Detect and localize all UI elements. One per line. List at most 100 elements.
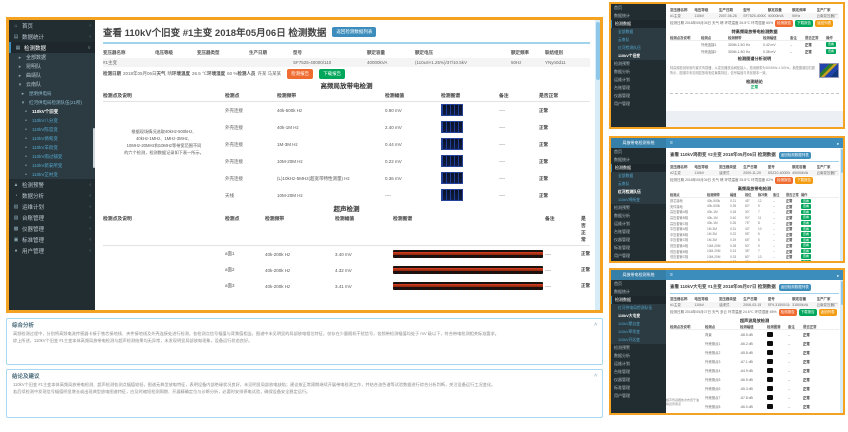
sidebar-item[interactable]: ◔ 数据分析 ‹ (9, 190, 95, 201)
sidebar-item[interactable]: 标准管理 (611, 244, 666, 252)
sidebar-item[interactable]: 数据统计 (611, 12, 666, 20)
sidebar-item[interactable]: ▸ 昆明供电局 (9, 89, 95, 98)
sidebar-item[interactable]: • 110kV新安所变 (9, 161, 95, 170)
sidebar-item[interactable]: ● 用户管理 ‹ (9, 245, 95, 256)
user-icon[interactable]: ● (837, 273, 839, 278)
content-scrollbar[interactable] (840, 148, 843, 261)
hamburger-icon[interactable]: ≡ (670, 272, 673, 278)
waveform-thumbnail[interactable] (393, 282, 543, 290)
user-icon[interactable]: ● (837, 141, 839, 146)
spectrum-thumbnail[interactable] (441, 189, 463, 201)
sidebar-item[interactable]: ▨ 台账管理 ‹ (9, 212, 95, 223)
spectrum-thumbnail[interactable] (767, 368, 773, 373)
back-to-list-button[interactable]: 返回检测数据列表 (332, 27, 376, 37)
view-button[interactable]: 查看 (801, 227, 811, 232)
collapse-icon[interactable]: ˄ (594, 373, 597, 379)
view-button[interactable]: 查看 (801, 254, 811, 259)
spectrum-thumbnail[interactable] (441, 121, 463, 133)
sidebar-item[interactable]: 首页 (611, 148, 666, 156)
sidebar-item[interactable]: 仪器管理 (611, 376, 666, 384)
sidebar-item[interactable]: ▸ 曲靖队 (9, 71, 95, 80)
sidebar-item[interactable]: 标准管理 (611, 384, 666, 392)
content-scrollbar[interactable] (840, 280, 843, 413)
report-button[interactable]: 检测报告 (775, 177, 793, 184)
sidebar-item[interactable]: 红河供电局检测队伍 (611, 304, 666, 312)
sidebar-item[interactable]: 台账管理 (611, 84, 666, 92)
spectrum-thumbnail[interactable] (441, 138, 463, 150)
sidebar-item[interactable]: 检测预警 (611, 60, 666, 68)
sidebar-item[interactable]: 运维计划 (611, 76, 666, 84)
spectrum-thumbnail[interactable] (767, 350, 773, 355)
sidebar-item[interactable]: 红河检测队伍 (611, 188, 666, 196)
sidebar-item[interactable]: ▧ 运维计划 ‹ (9, 201, 95, 212)
spectrum-thumbnail[interactable] (767, 404, 773, 409)
hamburger-icon[interactable]: ≡ (670, 140, 673, 146)
sidebar-item[interactable]: • 110kV个旧变 (9, 107, 95, 116)
back-to-list-button[interactable]: 返回检测数据列表 (779, 284, 811, 291)
view-button[interactable]: 查看 (801, 221, 811, 226)
sidebar-item[interactable]: 台账管理 (611, 368, 666, 376)
view-button[interactable]: 查看 (801, 199, 811, 204)
back-to-list-button[interactable]: 返回检测数据列表 (779, 152, 811, 159)
sidebar-item[interactable]: 运维计划 (611, 360, 666, 368)
report-button[interactable]: 检测报告 (287, 69, 313, 79)
sidebar-item[interactable]: 数据分析 (611, 212, 666, 220)
sidebar-item[interactable]: 数据分析 (611, 68, 666, 76)
spectrum-thumbnail[interactable] (441, 104, 463, 116)
sidebar-item[interactable]: • 110kV羊街变 (9, 143, 95, 152)
spectrum-thumbnail[interactable] (767, 332, 773, 337)
view-button[interactable]: 查看 (826, 42, 836, 47)
sidebar-item[interactable]: 110kV鸡街变 (611, 196, 666, 204)
view-button[interactable]: 查看 (801, 249, 811, 254)
view-button[interactable]: 查看 (801, 215, 811, 220)
sidebar-item[interactable]: • 110kV八分变 (9, 116, 95, 125)
sidebar-item[interactable]: • 110kV芷村变 (9, 170, 95, 179)
sidebar-item[interactable]: 110kV开远变 (611, 336, 666, 344)
sidebar-item[interactable]: ▸ 全部数据 (9, 53, 95, 62)
sidebar-item[interactable]: 用户管理 (611, 392, 666, 400)
sidebar-item[interactable]: ▾ 红河供电局检测队伍(21所) (9, 98, 95, 107)
sidebar-item[interactable]: ▦ 检测数据 ∨ (9, 42, 95, 53)
spectrum-thumbnail[interactable] (767, 386, 773, 391)
sidebar-item[interactable]: 数据分析 (611, 352, 666, 360)
view-button[interactable]: 查看 (801, 210, 811, 215)
sidebar-item[interactable]: ▾ 云南队 (9, 80, 95, 89)
sidebar-item[interactable]: 数据统计 (611, 288, 666, 296)
sidebar-item[interactable]: 红河检测队伍 (611, 44, 666, 52)
sidebar-item[interactable]: 仪器管理 (611, 92, 666, 100)
waveform-thumbnail[interactable] (393, 250, 543, 258)
spectrum-thumbnail[interactable] (767, 377, 773, 382)
scrollbar-thumb[interactable] (841, 149, 843, 173)
view-button[interactable]: 查看 (801, 243, 811, 248)
sidebar-item[interactable]: 台账管理 (611, 228, 666, 236)
back-button[interactable]: 返回列表 (819, 309, 837, 316)
sidebar-item[interactable]: 110kV个旧变 (611, 52, 666, 60)
sidebar-item[interactable]: 用户管理 (611, 100, 666, 108)
sidebar-item[interactable]: 110kV大屯变 (611, 312, 666, 320)
sidebar-item[interactable]: 110kV草坝变 (611, 328, 666, 336)
view-button[interactable]: 查看 (801, 204, 811, 209)
back-button[interactable]: 返回列表 (815, 20, 833, 27)
sidebar-item[interactable]: 首页 (611, 280, 666, 288)
view-button[interactable]: 查看 (826, 49, 836, 54)
download-report-button[interactable]: 下载报告 (799, 309, 817, 316)
sidebar-item[interactable]: 检测数据 (611, 164, 666, 172)
sidebar-item[interactable]: • 110kV雨过铺变 (9, 152, 95, 161)
sidebar-item[interactable]: 检测预警 (611, 344, 666, 352)
sidebar-item[interactable]: 云南队 (611, 36, 666, 44)
report-button[interactable]: 检测报告 (779, 309, 797, 316)
sidebar-item[interactable]: ▤ 数据统计 ‹ (9, 31, 95, 42)
spectrum-image[interactable] (819, 63, 839, 78)
sidebar-item[interactable]: 用户管理 (611, 252, 666, 260)
sidebar-item[interactable]: 110kV蒙自变 (611, 320, 666, 328)
content-scrollbar[interactable] (595, 20, 600, 310)
sidebar-item[interactable]: 检测数据 (611, 296, 666, 304)
sidebar-item[interactable]: 全部数据 (611, 172, 666, 180)
result-link[interactable]: 正常 (670, 85, 839, 91)
sidebar-item[interactable]: 检测预警 (611, 204, 666, 212)
sidebar-item[interactable]: 运维计划 (611, 220, 666, 228)
collapse-icon[interactable]: ˄ (594, 322, 597, 328)
spectrum-thumbnail[interactable] (767, 341, 773, 346)
report-button[interactable]: 检测报告 (775, 20, 793, 27)
sidebar-item[interactable]: 云南队 (611, 180, 666, 188)
